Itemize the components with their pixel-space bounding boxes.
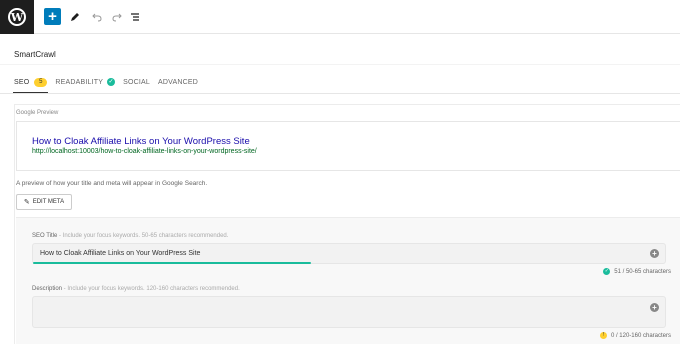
wordpress-logo-icon[interactable]: W xyxy=(0,0,34,34)
description-counter: ! 0 / 120-160 characters xyxy=(599,332,671,339)
google-preview-note: A preview of how your title and meta wil… xyxy=(16,180,208,187)
warning-icon: ! xyxy=(599,332,607,339)
panel-title: SmartCrawl xyxy=(14,50,56,59)
insert-macro-icon[interactable]: + xyxy=(650,303,659,312)
description-label: Description - Include your focus keyword… xyxy=(32,286,240,292)
google-preview-label: Google Preview xyxy=(16,110,59,116)
divider xyxy=(0,93,680,94)
check-icon: ✓ xyxy=(107,78,116,86)
seo-title-length-bar xyxy=(33,262,312,264)
tab-readability[interactable]: READABILITY ✓ xyxy=(55,71,116,93)
pencil-icon[interactable] xyxy=(66,8,83,25)
insert-macro-icon[interactable]: + xyxy=(650,249,659,258)
undo-icon[interactable] xyxy=(88,8,105,25)
check-icon: ✓ xyxy=(603,268,611,275)
add-block-button[interactable]: + xyxy=(44,8,61,25)
divider xyxy=(0,64,680,65)
tab-social[interactable]: SOCIAL xyxy=(123,71,150,93)
seo-tabs: SEO 5 READABILITY ✓ SOCIAL ADVANCED xyxy=(12,71,206,94)
pencil-icon: ✎ xyxy=(23,199,30,206)
google-preview-url: http://localhost:10003/how-to-cloak-affi… xyxy=(32,148,257,155)
seo-score-badge: 5 xyxy=(34,77,48,87)
description-input[interactable]: + xyxy=(32,296,666,328)
edit-meta-button[interactable]: ✎ EDIT META xyxy=(16,194,72,210)
seo-title-input[interactable]: How to Cloak Affiliate Links on Your Wor… xyxy=(32,243,666,264)
seo-title-counter: ✓ 51 / 50-65 characters xyxy=(603,268,671,275)
tab-advanced[interactable]: ADVANCED xyxy=(158,71,198,93)
editor-toolbar: W + xyxy=(0,0,680,34)
tab-seo[interactable]: SEO 5 xyxy=(12,71,49,94)
google-preview-title: How to Cloak Affiliate Links on Your Wor… xyxy=(32,136,250,147)
seo-title-value: How to Cloak Affiliate Links on Your Wor… xyxy=(40,250,201,257)
redo-icon[interactable] xyxy=(108,8,125,25)
seo-title-label: SEO Title - Include your focus keywords.… xyxy=(32,233,229,239)
list-view-icon[interactable] xyxy=(126,8,143,25)
